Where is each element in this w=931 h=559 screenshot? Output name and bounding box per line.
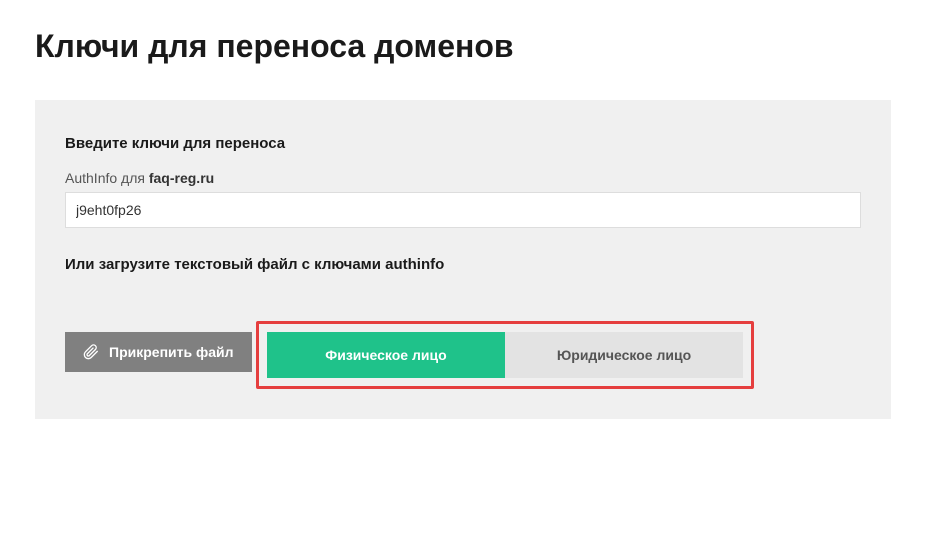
entity-type-toggle: Физическое лицо Юридическое лицо <box>267 332 743 378</box>
transfer-keys-panel: Введите ключи для переноса AuthInfo для … <box>35 100 891 419</box>
authinfo-domain: faq-reg.ru <box>149 170 214 186</box>
authinfo-field-label: AuthInfo для faq-reg.ru <box>65 170 861 186</box>
enter-keys-heading: Введите ключи для переноса <box>65 135 861 152</box>
paperclip-icon <box>83 344 99 360</box>
entity-legal-button[interactable]: Юридическое лицо <box>505 332 743 378</box>
entity-individual-button[interactable]: Физическое лицо <box>267 332 505 378</box>
authinfo-input[interactable] <box>65 192 861 228</box>
attach-file-label: Прикрепить файл <box>109 344 234 360</box>
page-title: Ключи для переноса доменов <box>0 0 931 65</box>
entity-toggle-highlight: Физическое лицо Юридическое лицо <box>256 321 754 389</box>
attach-file-button[interactable]: Прикрепить файл <box>65 332 252 372</box>
authinfo-label-prefix: AuthInfo для <box>65 170 149 186</box>
upload-heading: Или загрузите текстовый файл с ключами a… <box>65 256 861 273</box>
